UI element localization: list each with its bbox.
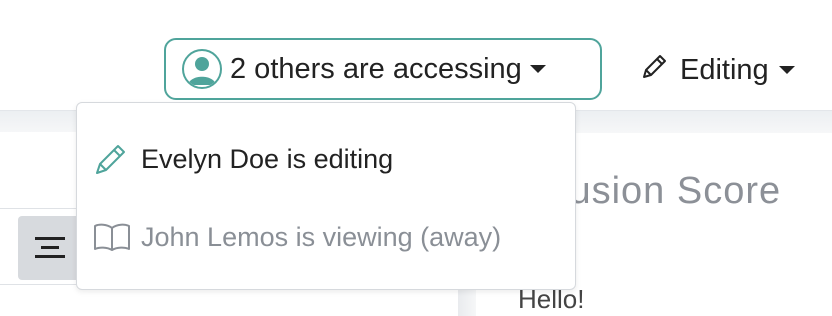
editing-mode-button[interactable]: Editing xyxy=(640,48,795,92)
dropdown-item-viewer[interactable]: John Lemos is viewing (away) xyxy=(93,217,501,257)
access-users-label: 2 others are accessing xyxy=(230,52,522,85)
chevron-down-icon xyxy=(778,66,795,74)
dropdown-item-label: John Lemos is viewing (away) xyxy=(141,221,502,252)
dropdown-item-label: Evelyn Doe is editing xyxy=(141,143,394,174)
document-title: lusion Score xyxy=(560,170,782,212)
access-users-button[interactable]: 2 others are accessing xyxy=(164,38,602,100)
align-center-icon xyxy=(35,237,65,258)
pencil-icon xyxy=(640,51,670,89)
editing-mode-label: Editing xyxy=(680,53,769,86)
chevron-down-icon xyxy=(529,65,546,73)
user-avatar-icon xyxy=(182,49,222,89)
access-users-dropdown: Evelyn Doe is editing John Lemos is view… xyxy=(76,102,576,290)
dropdown-item-editor[interactable]: Evelyn Doe is editing xyxy=(93,139,393,179)
pencil-icon xyxy=(93,139,133,179)
book-icon xyxy=(93,217,133,257)
align-center-button[interactable] xyxy=(18,216,82,280)
